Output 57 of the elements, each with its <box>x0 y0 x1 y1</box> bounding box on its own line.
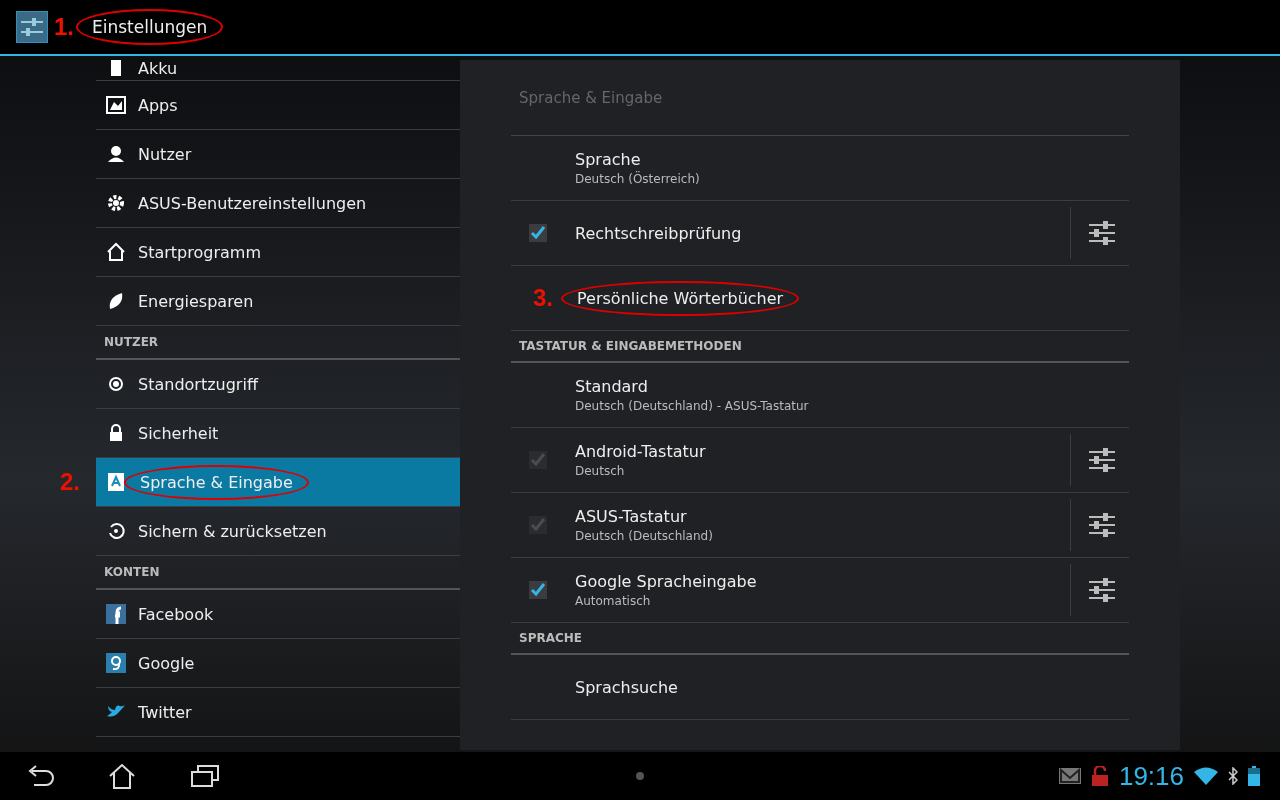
section-header: TASTATUR & EINGABEMETHODEN <box>511 331 1129 363</box>
setting-title[interactable]: Google Spracheingabe <box>575 572 757 591</box>
section-header: KONTEN <box>96 556 460 590</box>
settings-app-icon[interactable] <box>16 11 48 43</box>
sidebar-item[interactable]: Sichern & zurücksetzen <box>96 507 460 556</box>
sidebar-item[interactable]: Twitter <box>96 688 460 737</box>
clock-time: 19:16 <box>1118 760 1184 792</box>
sliders-icon[interactable] <box>1089 221 1115 245</box>
wifi-icon <box>1194 767 1218 785</box>
setting-title[interactable]: Sprache <box>575 150 641 169</box>
image-icon <box>106 95 126 115</box>
annotation-number: 2. <box>60 468 80 496</box>
setting-title[interactable]: Sprachsuche <box>575 677 678 697</box>
sliders-icon[interactable] <box>1089 513 1115 537</box>
annotation-number: 1. <box>54 13 74 41</box>
home-icon[interactable] <box>108 763 136 789</box>
setting-title[interactable]: Rechtschreibprüfung <box>575 223 742 243</box>
battery-icon <box>1248 766 1260 786</box>
sidebar-item[interactable]: Akku <box>96 56 460 81</box>
app-title: Einstellungen <box>76 9 224 45</box>
checkbox[interactable] <box>529 224 547 242</box>
sidebar-item[interactable]: Standortzugriff <box>96 360 460 409</box>
mail-icon[interactable] <box>1058 768 1081 784</box>
checkbox[interactable] <box>529 581 547 599</box>
lock-icon[interactable] <box>1090 766 1109 786</box>
person-icon <box>106 144 126 164</box>
recent-apps-icon[interactable] <box>190 764 220 788</box>
setting-summary: Deutsch (Deutschland) <box>575 529 713 543</box>
restore-icon <box>106 521 126 541</box>
house-icon <box>106 242 126 262</box>
annotation-number: 3. <box>533 284 553 312</box>
section-header: SPRACHE <box>511 623 1129 655</box>
sidebar-item[interactable]: Google <box>96 639 460 688</box>
google-icon <box>106 653 126 673</box>
setting-title[interactable]: Persönliche Wörterbücher <box>561 280 800 316</box>
setting-summary: Automatisch <box>575 594 651 608</box>
bluetooth-icon <box>1228 767 1238 785</box>
sidebar-item[interactable]: Startprogramm <box>96 228 460 277</box>
setting-summary: Deutsch (Deutschland) - ASUS-Tastatur <box>575 399 809 413</box>
setting-summary: Deutsch (Österreich) <box>575 172 700 186</box>
setting-summary: Deutsch <box>575 464 625 478</box>
sliders-icon[interactable] <box>1089 448 1115 472</box>
dot-icon <box>635 771 645 781</box>
sidebar-item[interactable]: Facebook <box>96 590 460 639</box>
sliders-icon[interactable] <box>1089 578 1115 602</box>
sidebar-item[interactable]: Nutzer <box>96 130 460 179</box>
setting-title[interactable]: Standard <box>575 377 648 396</box>
panel-title: Sprache & Eingabe <box>511 60 1129 136</box>
section-header: NUTZER <box>96 326 460 360</box>
sidebar-item[interactable]: ASUS-Benutzereinstellungen <box>96 179 460 228</box>
keyboard-icon <box>106 472 126 492</box>
sidebar-item[interactable]: Apps <box>96 81 460 130</box>
back-icon[interactable] <box>26 765 56 787</box>
facebook-icon <box>106 604 126 624</box>
target-icon <box>106 374 126 394</box>
gear-icon <box>106 193 126 213</box>
sidebar-item[interactable]: Energiesparen <box>96 277 460 326</box>
